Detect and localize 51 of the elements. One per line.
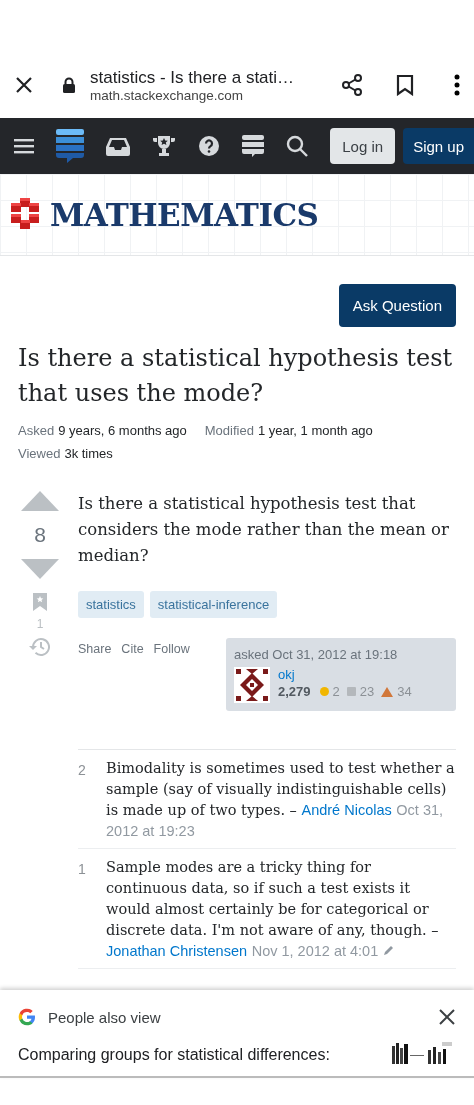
reputation: 2,279 [278,684,311,699]
bookmark-icon[interactable] [396,74,414,96]
avatar-icon [234,667,270,703]
post-action-link[interactable]: Follow [153,642,190,656]
share-icon[interactable] [340,73,364,97]
comment-score: 1 [78,860,87,879]
stack-logo-icon[interactable] [56,129,84,163]
comment-text: Bimodality is sometimes used to test whether a sample (say of visually indistinguishable cells) is made up of two types. – André Nicolas Oct 31, 2012 at 19:23 [106,759,456,841]
help-icon[interactable] [198,135,220,157]
search-icon[interactable] [286,135,308,157]
square-badge-icon [346,687,356,696]
inbox-icon[interactable] [106,136,130,156]
comment-text: Sample modes are a tricky thing for continuous data, so if such a test exists it would almost certainly be for categorical or discrete data. I'm not aware of any, though. – Jonathan Christensen Nov 1, 2012 at 4:01 [106,858,440,961]
pencil-icon [383,944,396,956]
tag[interactable]: statistical-inference [149,591,278,618]
circle-badge-icon [319,687,329,696]
comment-score: 2 [78,761,87,780]
vote-count: 8 [34,523,46,547]
triangle-badge-icon [381,686,394,697]
login-button[interactable]: Log in [330,128,396,164]
ask-question-button[interactable]: Ask Question [338,284,456,327]
badge-count: 23 [359,684,375,699]
question-meta: Asked 9 years, 6 months ago [18,423,187,438]
page-url: math.stackexchange.com [90,87,245,103]
question-title: Is there a statistical hypothesis test that uses the mode? [18,343,454,409]
suggested-article[interactable]: Comparing groups for statistical differences: [18,1046,330,1064]
tag[interactable]: statistics [78,591,144,618]
post-action-link[interactable]: Cite [121,642,144,656]
post-action-link[interactable]: Share [78,642,112,656]
comment-author-link[interactable]: André Nicolas [301,802,392,818]
question-meta: Viewed 3k times [18,446,113,461]
comment-author-link[interactable]: Jonathan Christensen [106,943,248,959]
close-icon[interactable] [438,1008,456,1026]
asked-date: asked Oct 31, 2012 at 19:18 [234,647,398,662]
g-logo-icon [18,1008,36,1026]
user-name[interactable]: okj [278,667,412,682]
signup-button[interactable]: Sign up [403,128,474,164]
chat-icon[interactable] [242,135,264,157]
badge-count: 34 [397,684,412,699]
close-icon[interactable] [14,75,34,95]
sheet-heading: People also view [48,1008,161,1026]
trophy-icon[interactable] [152,135,176,157]
more-icon[interactable] [454,74,460,96]
bookmark-count: 1 [36,617,44,631]
lock-icon [62,77,76,93]
badge-count: 2 [332,684,340,699]
question-meta: Modified 1 year, 1 month ago [204,423,373,438]
page-title: statistics - Is there a stati… [90,67,296,88]
site-name: MATHEMATICS [50,196,319,233]
question-body: Is there a statistical hypothesis test that considers the mode rather than the mean or median? [78,493,450,567]
menu-icon[interactable] [14,138,34,154]
